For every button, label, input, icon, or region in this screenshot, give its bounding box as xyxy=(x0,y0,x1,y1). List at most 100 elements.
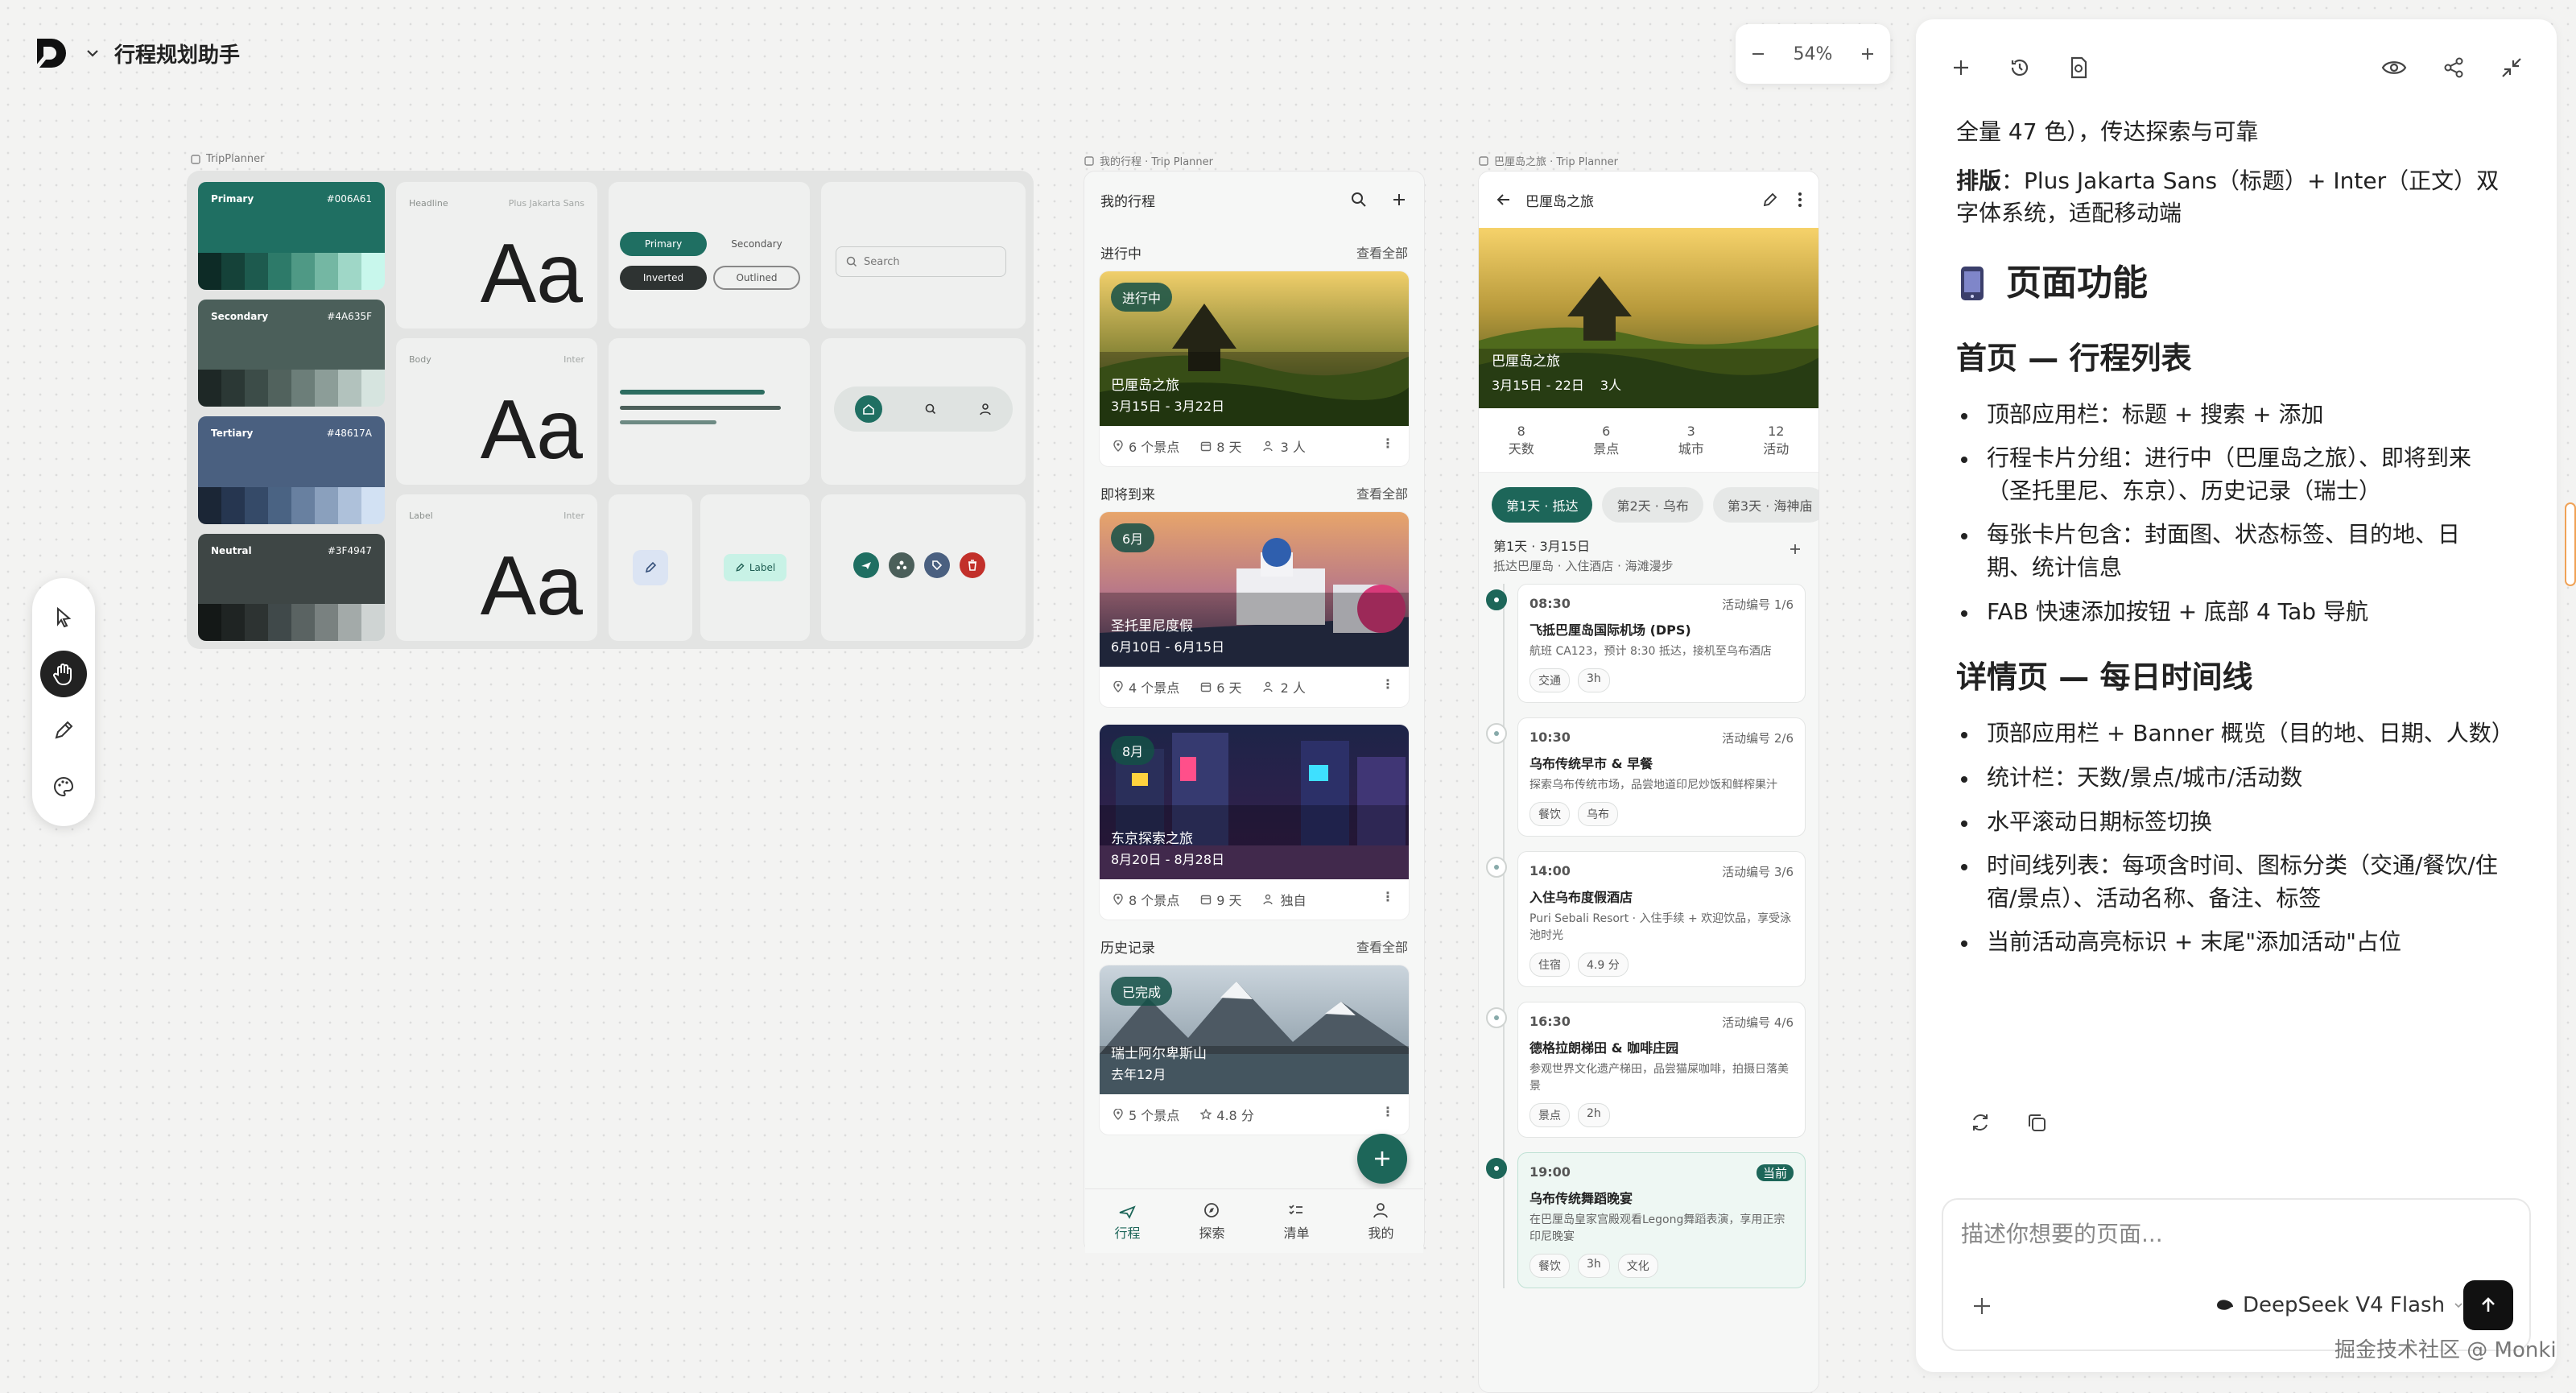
pen-tool[interactable] xyxy=(40,707,87,754)
zoom-level[interactable]: 54% xyxy=(1794,44,1833,64)
edit-icon[interactable] xyxy=(633,550,668,585)
search-icon xyxy=(846,256,857,267)
edit-icon[interactable] xyxy=(1762,192,1778,208)
history-icon[interactable] xyxy=(2008,56,2032,80)
secondary-button-demo[interactable]: Secondary xyxy=(713,232,800,256)
panel-scrollbar[interactable] xyxy=(2565,502,2576,586)
search-icon[interactable] xyxy=(1350,191,1368,209)
more-vertical-icon[interactable]: ⋮ xyxy=(1381,889,1394,904)
new-chat-icon[interactable] xyxy=(1950,56,1972,79)
trip-card[interactable]: 进行中 巴厘岛之旅 3月15日 - 3月22日 6 个景点 8 天 3 人 ⋮ xyxy=(1099,271,1410,467)
section-title: 进行中 xyxy=(1100,246,1141,262)
frame-label-home[interactable]: 我的行程 · Trip Planner xyxy=(1084,153,1213,168)
activity-card[interactable]: 19:00 当前 乌布传统舞蹈晚宴 在巴厘岛皇家宫殿观看Legong舞蹈表演，享用正宗… xyxy=(1486,1151,1806,1288)
see-all-link[interactable]: 查看全部 xyxy=(1356,936,1408,957)
nav-item-2[interactable]: 清单 xyxy=(1283,1201,1310,1242)
eye-icon[interactable] xyxy=(2381,57,2407,78)
home-screen[interactable]: 我的行程 进行中 查看全部 进行中 巴厘岛之旅 3月15日 - 3月22日 6 个景点 8 … xyxy=(1084,171,1425,1253)
trip-card[interactable]: 6月 圣托里尼度假 6月10日 - 6月15日 4 个景点 6 天 2 人 ⋮ xyxy=(1099,511,1410,708)
detail-screen[interactable]: 巴厘岛之旅 巴厘岛之旅 3月15日 - 22日 3人 8 天数 6 景点 3 城市 12 活动… xyxy=(1478,171,1819,1393)
label-chip[interactable]: Label xyxy=(723,554,787,581)
frame-label-design-system[interactable]: TripPlanner xyxy=(190,153,264,165)
activity-card[interactable]: 08:30 活动编号 1/6 飞抵巴厘岛国际机场 (DPS) 航班 CA123，预计 … xyxy=(1486,583,1806,703)
pin-icon xyxy=(1113,681,1123,692)
palette-tool[interactable] xyxy=(40,763,87,810)
zoom-out-button[interactable] xyxy=(1749,45,1767,63)
tool-palette xyxy=(32,578,95,826)
buttons-card: Primary Secondary Inverted Outlined xyxy=(609,182,810,329)
regenerate-icon[interactable] xyxy=(1969,1111,1992,1134)
document-search-icon[interactable] xyxy=(2067,56,2090,80)
day-tab-1[interactable]: 第1天 · 抵达 xyxy=(1492,486,1593,523)
flight-icon[interactable] xyxy=(853,552,879,578)
back-arrow-icon[interactable] xyxy=(1495,191,1513,209)
user-icon[interactable] xyxy=(979,403,992,415)
attach-plus-icon[interactable] xyxy=(1971,1295,1993,1317)
activity-card[interactable]: 14:00 活动编号 3/6 入住乌布度假酒店 Puri Sebali Resort … xyxy=(1486,850,1806,987)
zoom-in-button[interactable] xyxy=(1859,45,1876,63)
design-system-board[interactable]: Primary #006A61 Secondary #4A635F Tertiary #4… xyxy=(187,171,1034,649)
nav-item-3[interactable]: 我的 xyxy=(1368,1201,1394,1242)
add-trip-fab[interactable] xyxy=(1357,1134,1407,1184)
activity-card[interactable]: 16:30 活动编号 4/6 德格拉朗梯田 & 咖啡庄园 参观世界文化遗产梯田，品尝猫… xyxy=(1486,1001,1806,1138)
swatch-neutral[interactable]: Neutral #3F4947 xyxy=(198,533,385,641)
share-icon[interactable] xyxy=(2442,56,2465,79)
primary-button-demo[interactable]: Primary xyxy=(620,232,707,256)
chevron-down-icon[interactable] xyxy=(84,44,101,62)
activity-name: 乌布传统舞蹈晚宴 xyxy=(1530,1190,1633,1206)
swatch-primary[interactable]: Primary #006A61 xyxy=(198,182,385,290)
more-vertical-icon[interactable]: ⋮ xyxy=(1381,676,1394,692)
see-all-link[interactable]: 查看全部 xyxy=(1356,242,1408,262)
trip-card[interactable]: 8月 东京探索之旅 8月20日 - 8月28日 8 个景点 9 天 独自 ⋮ xyxy=(1099,724,1410,920)
pencil-icon xyxy=(55,721,73,739)
swatch-tertiary[interactable]: Tertiary #48617A xyxy=(198,416,385,524)
feature-item: 水平滚动日期标签切换 xyxy=(1956,806,2504,839)
section-title: 即将到来 xyxy=(1100,487,1155,503)
more-vertical-icon[interactable]: ⋮ xyxy=(1381,1104,1394,1119)
day-tab-2[interactable]: 第2天 · 乌布 xyxy=(1602,486,1703,523)
send-button[interactable] xyxy=(2463,1280,2513,1330)
add-icon[interactable] xyxy=(1390,191,1408,209)
model-selector[interactable]: DeepSeek V4 Flash xyxy=(2215,1293,2464,1317)
swatch-secondary[interactable]: Secondary #4A635F xyxy=(198,299,385,407)
delete-icon[interactable] xyxy=(960,552,985,578)
select-tool[interactable] xyxy=(40,594,87,641)
banner-date: 3月15日 - 22日 xyxy=(1492,378,1584,393)
hand-tool[interactable] xyxy=(40,651,87,697)
activity-card[interactable]: 10:30 活动编号 2/6 乌布传统早市 & 早餐 探索乌布传统市场，品尝地道印尼炒… xyxy=(1486,717,1806,837)
prompt-input[interactable] xyxy=(1961,1221,2444,1247)
search-icon[interactable] xyxy=(924,403,937,415)
profile-icon xyxy=(1373,1202,1389,1217)
pin-icon xyxy=(1113,894,1123,905)
banner-name: 巴厘岛之旅 xyxy=(1492,353,1560,370)
hand-icon xyxy=(53,663,72,686)
day-tab-3[interactable]: 第3天 · 海神庙 xyxy=(1712,486,1818,523)
nav-item-0[interactable]: 行程 xyxy=(1114,1201,1141,1242)
more-vertical-icon[interactable] xyxy=(1798,192,1802,208)
timeline-dot-icon xyxy=(1486,589,1507,610)
inverted-button-demo[interactable]: Inverted xyxy=(620,266,707,290)
nav-item-1[interactable]: 探索 xyxy=(1199,1201,1225,1242)
see-all-link[interactable]: 查看全部 xyxy=(1356,483,1408,503)
outlined-button-demo[interactable]: Outlined xyxy=(713,266,800,290)
people-count: 独自 xyxy=(1280,893,1307,908)
home-icon[interactable] xyxy=(855,395,882,423)
copy-icon[interactable] xyxy=(2025,1111,2048,1134)
type-label: Label Inter Aa xyxy=(396,494,597,641)
logo-icon[interactable] xyxy=(32,34,71,72)
add-activity-icon[interactable] xyxy=(1788,542,1802,556)
search-input-demo[interactable]: Search xyxy=(836,246,1006,277)
more-vertical-icon[interactable]: ⋮ xyxy=(1381,436,1394,451)
frame-label-detail[interactable]: 巴厘岛之旅 · Trip Planner xyxy=(1478,153,1618,168)
tonal-scale xyxy=(198,252,385,290)
collapse-icon[interactable] xyxy=(2500,56,2523,79)
feature-item: 每张卡片包含：封面图、状态标签、目的地、日期、统计信息 xyxy=(1956,519,2504,584)
trip-card[interactable]: 已完成 瑞士阿尔卑斯山 去年12月 5 个景点 4.8 分 ⋮ xyxy=(1099,965,1410,1135)
activity-tag: 文化 xyxy=(1617,1253,1658,1278)
status-badge: 已完成 xyxy=(1111,977,1173,1006)
group-icon[interactable] xyxy=(889,552,914,578)
day-tabs: 第1天 · 抵达 第2天 · 乌布 第3天 · 海神庙 xyxy=(1479,473,1818,537)
activity-tag: 3h xyxy=(1578,1253,1610,1278)
section-title: 历史记录 xyxy=(1100,940,1155,957)
tag-icon[interactable] xyxy=(924,552,950,578)
